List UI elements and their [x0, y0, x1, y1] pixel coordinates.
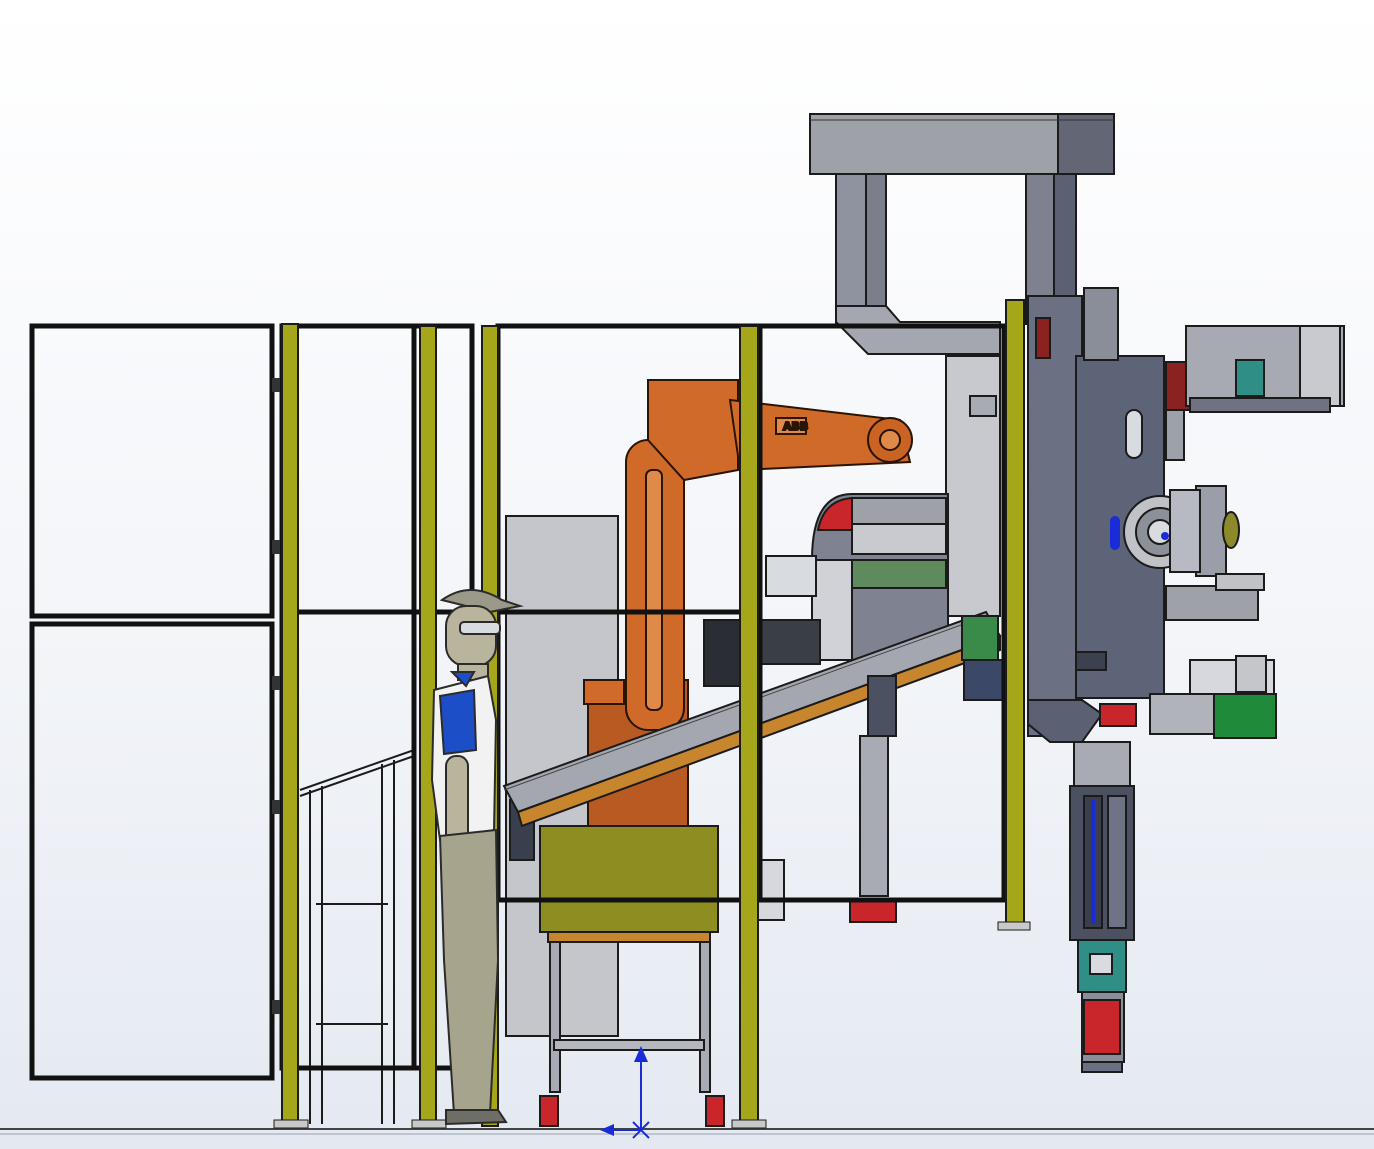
floor-line: [0, 1128, 1374, 1135]
yellow-fence-post: [281, 323, 299, 1127]
fence-door-upper: [29, 323, 275, 619]
robot-brand-label: ABB: [783, 420, 808, 433]
fence-door-lower: [29, 621, 275, 1081]
yellow-fence-post: [1005, 299, 1025, 929]
coordinate-triad-icon: [600, 1046, 650, 1139]
yellow-fence-post: [739, 325, 759, 1127]
vertical-actuator: [1069, 741, 1135, 1073]
cad-viewport[interactable]: ABB: [0, 0, 1374, 1149]
assembly-drawing: ABB: [0, 113, 1374, 1139]
